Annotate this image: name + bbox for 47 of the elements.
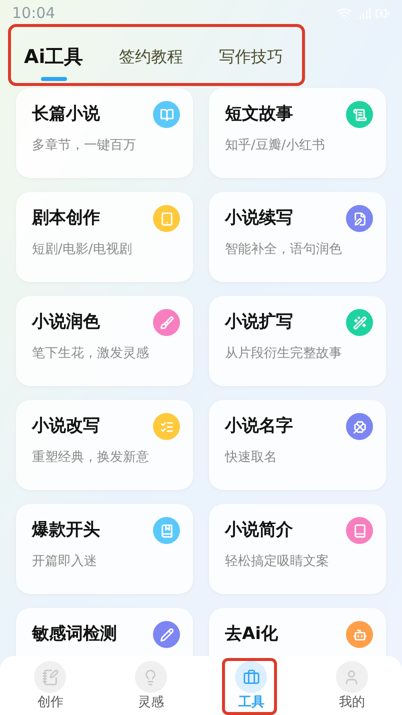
tool-card[interactable]: 剧本创作 短剧/电影/电视剧 <box>16 192 193 282</box>
status-time: 10:04 <box>12 2 56 24</box>
tool-subtitle: 开篇即入迷 <box>32 552 98 570</box>
tool-title: 去Ai化 <box>225 623 279 646</box>
tool-title: 小说简介 <box>225 519 294 542</box>
tool-card[interactable]: 小说润色 笔下生花，激发灵感 <box>16 296 193 386</box>
tab[interactable]: 写作技巧 <box>219 45 284 69</box>
tool-card[interactable]: 长篇小说 多章节，一键百万 <box>16 88 193 178</box>
tool-title: 小说润色 <box>32 311 101 334</box>
tool-subtitle: 多章节，一键百万 <box>32 136 137 154</box>
tab[interactable]: Ai工具 <box>24 42 84 72</box>
tool-title: 敏感词检测 <box>32 623 118 646</box>
highlight-frame <box>222 658 277 715</box>
tool-card[interactable]: 小说改写 重塑经典，换发新意 <box>16 400 193 490</box>
notepad-icon <box>34 661 66 693</box>
tool-title: 爆款开头 <box>32 519 101 542</box>
lightbulb-icon <box>134 661 167 693</box>
nav-tab[interactable]: 创作 <box>0 656 100 715</box>
tool-card[interactable]: 小说续写 智能补全，语句润色 <box>209 192 386 282</box>
tab[interactable]: 签约教程 <box>119 45 184 69</box>
tool-subtitle: 智能补全，语句润色 <box>225 240 343 258</box>
user-icon <box>336 661 368 693</box>
tool-subtitle: 重塑经典，换发新意 <box>32 448 150 466</box>
tool-subtitle: 轻松搞定吸睛文案 <box>225 552 330 570</box>
tool-card[interactable]: 小说名字 快速取名 <box>209 400 386 490</box>
tool-card[interactable]: 去Ai化 <box>209 608 386 657</box>
nav-tab[interactable]: 我的 <box>302 656 402 715</box>
tool-title: 小说续写 <box>225 207 294 230</box>
tab-indicator <box>40 77 67 82</box>
tool-subtitle: 从片段衍生完整故事 <box>225 344 343 362</box>
tool-card[interactable]: 小说简介 轻松搞定吸睛文案 <box>209 504 386 594</box>
tool-card[interactable]: 小说扩写 从片段衍生完整故事 <box>209 296 386 386</box>
tool-card[interactable]: 短文故事 知乎/豆瓣/小红书 <box>209 88 386 178</box>
tool-subtitle: 知乎/豆瓣/小红书 <box>225 136 326 154</box>
nav-tab[interactable]: 灵感 <box>100 656 201 715</box>
tool-title: 长篇小说 <box>32 103 101 126</box>
tool-title: 剧本创作 <box>32 207 101 230</box>
tool-subtitle: 短剧/电影/电视剧 <box>32 240 133 258</box>
tool-subtitle: 笔下生花，激发灵感 <box>32 344 150 362</box>
briefcase-icon <box>235 661 268 693</box>
tool-card[interactable]: 敏感词检测 <box>16 608 193 657</box>
tool-card[interactable]: 爆款开头 开篇即入迷 <box>16 504 193 594</box>
tool-title: 小说扩写 <box>225 311 294 334</box>
tool-title: 小说改写 <box>32 415 101 438</box>
tool-title: 小说名字 <box>225 415 294 438</box>
tool-subtitle: 快速取名 <box>225 448 278 466</box>
tool-title: 短文故事 <box>225 103 294 126</box>
